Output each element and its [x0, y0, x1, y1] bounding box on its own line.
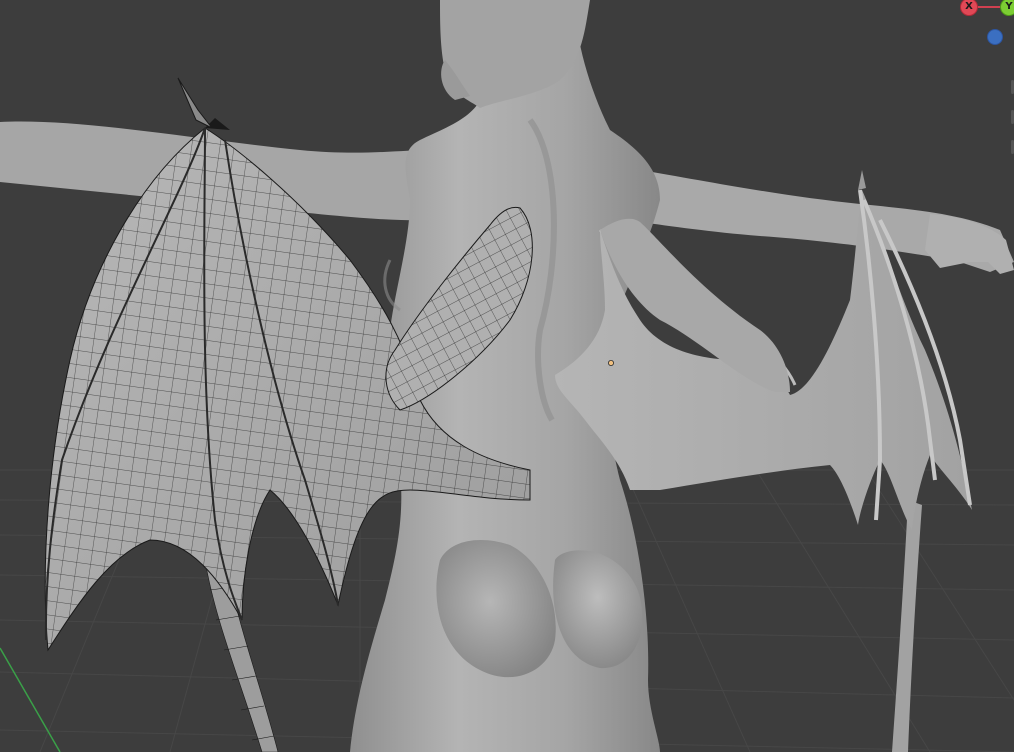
- navigation-gizmo[interactable]: X Y: [940, 0, 1014, 56]
- y-axis-gizmo-button[interactable]: Y: [1000, 0, 1014, 16]
- 3d-viewport[interactable]: X Y: [0, 0, 1014, 752]
- x-axis-gizmo-button[interactable]: X: [960, 0, 978, 16]
- x-axis-gizmo-line: [974, 6, 1002, 8]
- scene-canvas[interactable]: [0, 0, 1014, 752]
- y-axis-line: [0, 647, 61, 752]
- z-axis-gizmo-button[interactable]: [987, 29, 1003, 45]
- object-origin-dot[interactable]: [608, 359, 615, 366]
- tail-right[interactable]: [892, 500, 922, 752]
